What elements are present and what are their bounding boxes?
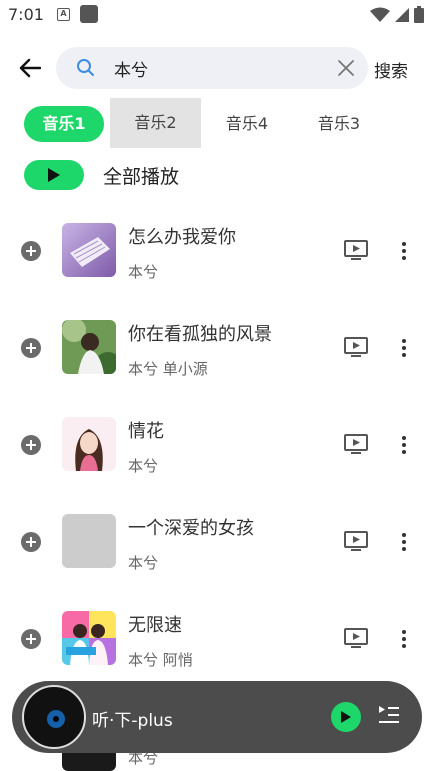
tab-music-1[interactable]: 音乐1 — [24, 106, 104, 142]
app-screen: 7:01 A 本兮 搜索 音乐1 音乐2 音乐4 音乐3 全部播放 怎么办我爱你… — [0, 0, 434, 771]
song-row[interactable]: 情花 本兮 — [0, 399, 434, 489]
search-input[interactable] — [114, 56, 324, 80]
playlist-queue-icon[interactable] — [378, 704, 400, 730]
mv-icon[interactable] — [344, 240, 368, 264]
song-title: 无限速 — [128, 615, 182, 636]
song-row[interactable]: 怎么办我爱你 本兮 — [0, 205, 434, 295]
more-vertical-icon[interactable] — [397, 436, 411, 458]
song-row[interactable]: 你在看孤独的风景 本兮 单小源 — [0, 302, 434, 392]
song-cover — [62, 753, 116, 771]
song-row[interactable]: 一个深爱的女孩 本兮 — [0, 496, 434, 586]
signal-icon — [395, 7, 409, 22]
song-title: 你在看孤独的风景 — [128, 324, 272, 345]
now-playing-title[interactable]: 听·下-plus — [92, 706, 173, 731]
song-artist: 本兮 — [128, 554, 159, 572]
mv-icon[interactable] — [344, 531, 368, 555]
add-circle-icon[interactable] — [21, 435, 41, 455]
search-icon — [76, 58, 96, 82]
tab-music-3[interactable]: 音乐3 — [299, 106, 379, 142]
song-title: 怎么办我爱你 — [128, 227, 236, 248]
status-bar: 7:01 A — [0, 0, 434, 30]
mv-icon[interactable] — [344, 434, 368, 458]
disc-hole — [53, 716, 59, 722]
mv-icon[interactable] — [344, 628, 368, 652]
search-submit-button[interactable]: 搜索 — [374, 57, 408, 82]
mv-icon[interactable] — [344, 337, 368, 361]
add-circle-icon[interactable] — [21, 338, 41, 358]
song-artist: 本兮 单小源 — [128, 360, 208, 378]
song-cover — [62, 417, 116, 471]
more-vertical-icon[interactable] — [397, 533, 411, 555]
add-circle-icon[interactable] — [21, 629, 41, 649]
status-icons — [370, 6, 424, 23]
battery-icon — [414, 6, 424, 23]
back-button[interactable] — [14, 52, 46, 84]
search-box — [56, 47, 368, 89]
song-row[interactable]: 无限速 本兮 阿悄 — [0, 593, 434, 683]
notification-a-icon: A — [57, 8, 70, 21]
add-circle-icon[interactable] — [21, 241, 41, 261]
tab-music-4[interactable]: 音乐4 — [207, 106, 287, 142]
song-cover — [62, 320, 116, 374]
clear-icon[interactable] — [336, 58, 356, 82]
tab-music-2[interactable]: 音乐2 — [110, 98, 201, 148]
play-icon — [341, 711, 351, 723]
song-cover — [62, 611, 116, 665]
more-vertical-icon[interactable] — [397, 630, 411, 652]
more-vertical-icon[interactable] — [397, 339, 411, 361]
song-artist: 本兮 阿悄 — [128, 651, 193, 669]
song-cover — [62, 223, 116, 277]
mini-player[interactable]: 听·下-plus — [12, 681, 422, 753]
notification-square-icon — [80, 5, 98, 23]
play-all-button[interactable] — [24, 160, 84, 190]
mini-play-button[interactable] — [331, 702, 361, 732]
song-cover-placeholder — [62, 514, 116, 568]
song-artist: 本兮 — [128, 263, 159, 281]
wifi-icon — [370, 7, 390, 22]
song-title: 一个深爱的女孩 — [128, 518, 254, 539]
play-all-label[interactable]: 全部播放 — [103, 162, 179, 189]
more-vertical-icon[interactable] — [397, 242, 411, 264]
add-circle-icon[interactable] — [21, 532, 41, 552]
song-title: 情花 — [128, 421, 164, 442]
arrow-left-icon — [19, 58, 41, 78]
album-disc-icon[interactable] — [22, 685, 86, 749]
play-icon — [48, 168, 60, 182]
status-time: 7:01 — [8, 5, 44, 24]
song-artist: 本兮 — [128, 457, 159, 475]
